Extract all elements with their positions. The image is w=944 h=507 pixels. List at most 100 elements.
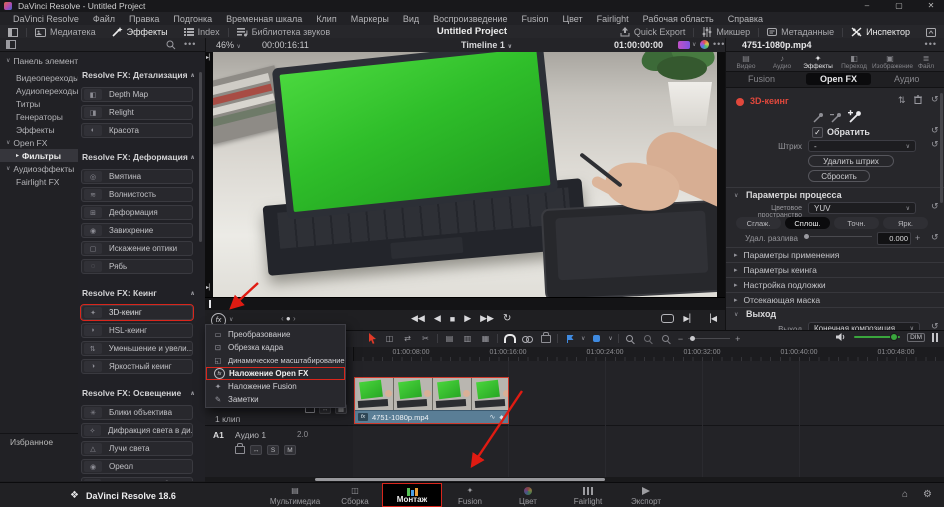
menu-item-crop[interactable]: ⊡ Обрезка кадра xyxy=(206,341,345,354)
settings-gear-icon[interactable]: ⚙ xyxy=(923,489,932,500)
menu-markers[interactable]: Маркеры xyxy=(344,14,396,24)
toolbox-toggle-icon[interactable] xyxy=(6,40,16,49)
search-icon[interactable] xyxy=(166,40,176,50)
tree-toolbox-header[interactable]: ∨Панель элементов xyxy=(0,54,78,67)
effect-item[interactable]: ▢ Искажение оптики xyxy=(81,241,193,256)
clip-curve-icon[interactable]: ∿ xyxy=(490,413,496,421)
zoom-out-icon[interactable]: − xyxy=(678,334,683,344)
effects-options-icon[interactable]: ••• xyxy=(184,39,196,49)
next-edit-icon[interactable]: ▶▏ xyxy=(683,314,695,323)
pick-add-icon[interactable] xyxy=(848,110,862,124)
output-select[interactable]: Конечная композиция ∨ xyxy=(808,322,920,330)
panel-toggle-button[interactable] xyxy=(0,25,26,39)
subtab-openfx[interactable]: Open FX xyxy=(806,73,872,85)
effect-item[interactable]: ◐ Красота xyxy=(81,123,193,138)
pick-color-icon[interactable] xyxy=(812,112,824,124)
home-icon[interactable]: ⌂ xyxy=(902,489,908,500)
effect-item[interactable]: ≋ Волнистость xyxy=(81,187,193,202)
mixer-button[interactable]: Микшер xyxy=(694,25,758,39)
viewer-options-icon[interactable]: ••• xyxy=(713,39,725,49)
trim-edit-icon[interactable]: ◫ xyxy=(383,332,396,345)
menu-workspace[interactable]: Рабочая область xyxy=(636,14,721,24)
color-grade-icon[interactable] xyxy=(700,40,709,49)
timeline-zoom-slider[interactable] xyxy=(688,336,731,341)
page-tab-deliver[interactable]: Экспорт xyxy=(611,483,681,507)
effects-scrollbar[interactable] xyxy=(199,72,202,242)
timeline-clip[interactable]: fx 4751-1080p.mp4 ∿ ◆ xyxy=(354,377,509,424)
media-pool-button[interactable]: Медиатека xyxy=(27,25,104,39)
effect-item[interactable]: ◎ Вмятина xyxy=(81,169,193,184)
menu-davinci-resolve[interactable]: DaVinci Resolve xyxy=(6,14,86,24)
insert-clip-icon[interactable]: ▤ xyxy=(443,332,456,345)
output-section-header[interactable]: Выход xyxy=(746,309,776,319)
audio-track-mute-button[interactable]: M xyxy=(284,445,296,455)
menu-timeline[interactable]: Временная шкала xyxy=(219,14,309,24)
menu-file[interactable]: Файл xyxy=(86,14,122,24)
menu-item-annotations[interactable]: ✎ Заметки xyxy=(206,393,345,406)
timeline-tracks[interactable]: fx 4751-1080p.mp4 ∿ ◆ xyxy=(353,361,944,477)
effect-item-3d-keyer[interactable]: ✦ 3D-кеинг xyxy=(80,304,194,321)
effect-item[interactable]: ◉ Завихрение xyxy=(81,223,193,238)
replace-clip-icon[interactable]: ▦ xyxy=(479,332,492,345)
overwrite-clip-icon[interactable]: ▥ xyxy=(461,332,474,345)
menu-playback[interactable]: Воспроизведение xyxy=(426,14,514,24)
prev-edit-icon[interactable]: ▕◀ xyxy=(705,314,717,323)
clip-keyframe-icon[interactable]: ◆ xyxy=(499,414,504,421)
menu-clip[interactable]: Клип xyxy=(309,14,343,24)
zoom-in-icon[interactable]: + xyxy=(735,334,740,344)
delete-effect-icon[interactable] xyxy=(914,95,922,104)
razor-icon[interactable]: ✂ xyxy=(419,332,432,345)
solid-segment[interactable]: Сплош. xyxy=(785,217,830,229)
timeline-ruler[interactable]: 01:00:08:00 01:00:16:00 01:00:24:00 01:0… xyxy=(353,347,944,361)
effect-item[interactable]: △ Лучи света xyxy=(81,441,193,456)
precise-segment[interactable]: Точн. xyxy=(834,217,879,229)
process-params-header[interactable]: Параметры процесса xyxy=(746,190,842,200)
stop-button[interactable]: ■ xyxy=(450,314,455,324)
go-to-end-button[interactable]: ▶▶ xyxy=(480,313,494,324)
play-button[interactable]: ▶ xyxy=(464,313,471,324)
menu-trim[interactable]: Подгонка xyxy=(166,14,219,24)
quick-export-button[interactable]: Quick Export xyxy=(612,25,694,39)
close-button[interactable]: ✕ xyxy=(918,0,944,12)
position-lock-icon[interactable] xyxy=(539,331,552,345)
zoom-full-icon[interactable] xyxy=(624,332,637,345)
audio-track-name[interactable]: Аудио 1 xyxy=(235,430,266,440)
section-apply-params[interactable]: ▸ Параметры применения xyxy=(726,247,944,262)
favorites-label[interactable]: Избранное xyxy=(10,437,53,447)
inspector-options-icon[interactable]: ••• xyxy=(925,39,937,49)
section-garbage-mask[interactable]: ▸ Отсекающая маска xyxy=(726,292,944,307)
maximize-button[interactable]: ▢ xyxy=(886,0,912,12)
pick-subtract-icon[interactable] xyxy=(830,112,842,124)
effects-library-button[interactable]: Эффекты xyxy=(104,25,176,39)
match-frame-icon[interactable] xyxy=(661,314,675,323)
tree-item-fairlight-fx[interactable]: Fairlight FX xyxy=(0,175,78,188)
tree-item-titles[interactable]: Титры xyxy=(0,97,78,110)
minimize-button[interactable]: – xyxy=(854,0,880,12)
stroke-select[interactable]: - ∨ xyxy=(808,140,916,152)
audio-track-id[interactable]: A1 xyxy=(213,430,224,440)
flag-icon[interactable] xyxy=(563,332,576,345)
scrub-playhead[interactable] xyxy=(209,300,211,308)
menu-item-openfx-overlay[interactable]: fx Наложение Open FX xyxy=(206,367,345,380)
menu-color[interactable]: Цвет xyxy=(555,14,589,24)
page-layout-button[interactable] xyxy=(918,25,944,39)
reset-invert-icon[interactable]: ↺ xyxy=(931,125,939,136)
menu-item-transform[interactable]: ▭ Преобразование xyxy=(206,328,345,341)
reset-spill-icon[interactable]: ↺ xyxy=(931,232,939,243)
subtab-fusion[interactable]: Fusion xyxy=(748,74,775,84)
reset-stroke-icon[interactable]: ↺ xyxy=(931,139,939,150)
tree-group-audiofx[interactable]: ∨ Аудиоэффекты xyxy=(0,162,78,175)
reset-colorspace-icon[interactable]: ↺ xyxy=(931,201,939,212)
page-tab-edit[interactable]: Монтаж xyxy=(382,483,442,507)
spill-slider-handle[interactable] xyxy=(804,234,809,239)
timeline-name-select[interactable]: Timeline 1 ∨ xyxy=(461,40,512,50)
inspector-tab-video[interactable]: ▤ Видео xyxy=(728,54,764,70)
menu-fusion[interactable]: Fusion xyxy=(514,14,555,24)
effect-item[interactable]: ◗ HSL-кеинг xyxy=(81,323,193,338)
link-clips-icon[interactable] xyxy=(521,332,534,345)
inspector-tab-file[interactable]: ≣ Файл xyxy=(908,54,944,70)
mixer-toggle-icon[interactable] xyxy=(932,332,938,342)
inspector-tab-transition[interactable]: ◧ Переход xyxy=(836,54,872,70)
menu-help[interactable]: Справка xyxy=(721,14,770,24)
dynamic-trim-icon[interactable]: ⇄ xyxy=(401,332,414,345)
